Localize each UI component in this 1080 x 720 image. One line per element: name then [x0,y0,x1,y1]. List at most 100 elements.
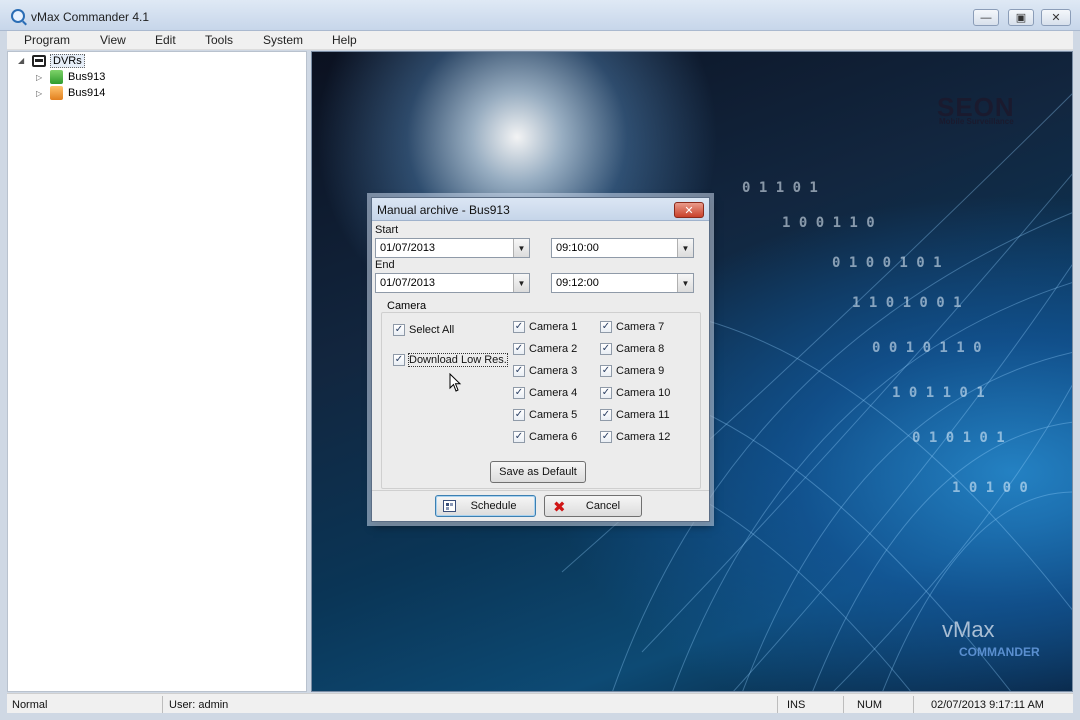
menu-help[interactable]: Help [332,33,357,47]
manual-archive-dialog: Manual archive - Bus913 ✕ Start 01/07/20… [371,197,710,522]
menu-system[interactable]: System [263,33,303,47]
svg-text:0 1 0 1 0 1: 0 1 0 1 0 1 [912,430,1005,446]
camera-2-checkbox[interactable]: ✓ Camera 2 [513,343,577,355]
select-all-checkbox[interactable]: ✓ Select All [393,324,454,336]
minimize-button[interactable]: — [973,9,999,26]
end-label: End [375,259,395,271]
camera-7-checkbox[interactable]: ✓ Camera 7 [600,321,664,333]
status-datetime: 02/07/2013 9:17:11 AM [931,699,1044,711]
seon-subtitle: Mobile Surveillance [939,117,1014,126]
download-low-res-label: Download Low Res. [408,353,508,367]
checkmark-icon: ✓ [513,431,525,443]
tree-item-label: Bus913 [68,71,106,83]
tree-item-bus914[interactable]: ▷ Bus914 [36,85,105,101]
dialog-separator [372,490,709,491]
checkmark-icon: ✓ [393,324,405,336]
checkmark-icon: ✓ [513,409,525,421]
chevron-down-icon[interactable]: ▼ [513,274,529,292]
schedule-button[interactable]: Schedule [435,495,536,517]
tree-item-bus913[interactable]: ▷ Bus913 [36,69,105,85]
start-date-combo[interactable]: 01/07/2013 ▼ [375,238,530,258]
end-date-value: 01/07/2013 [380,277,436,289]
vmax-commander-label: COMMANDER [959,645,1040,659]
camera-label: Camera 12 [616,431,671,443]
svg-text:1 0 1 1 0 1: 1 0 1 1 0 1 [892,385,985,401]
camera-label: Camera 11 [616,409,670,421]
camera-label: Camera 5 [529,409,578,421]
dialog-title: Manual archive - Bus913 [377,203,510,217]
start-time-combo[interactable]: 09:10:00 ▼ [551,238,694,258]
camera-8-checkbox[interactable]: ✓ Camera 8 [600,343,664,355]
svg-text:1 1 0 1 0 0 1: 1 1 0 1 0 0 1 [852,295,962,311]
status-ins: INS [787,699,806,711]
dvr-tree-panel: ◢ DVRs ▷ Bus913 ▷ Bus914 [7,51,307,692]
expand-arrow-icon[interactable]: ▷ [36,73,42,82]
camera-12-checkbox[interactable]: ✓ Camera 12 [600,431,670,443]
menu-view[interactable]: View [100,33,126,47]
camera-5-checkbox[interactable]: ✓ Camera 5 [513,409,577,421]
camera-label: Camera 2 [529,343,578,355]
camera-6-checkbox[interactable]: ✓ Camera 6 [513,431,577,443]
start-date-value: 01/07/2013 [380,242,436,254]
mouse-cursor-icon [449,373,462,392]
svg-text:0 0 1 0 1 1 0: 0 0 1 0 1 1 0 [872,340,982,356]
expand-arrow-icon[interactable]: ▷ [36,89,42,98]
checkmark-icon: ✓ [513,387,525,399]
status-bar: Normal User: admin INS NUM 02/07/2013 9:… [7,693,1073,713]
camera-1-checkbox[interactable]: ✓ Camera 1 [513,321,577,333]
status-divider [162,696,163,713]
camera-11-checkbox[interactable]: ✓ Camera 11 [600,409,670,421]
status-divider [843,696,844,713]
dialog-close-button[interactable]: ✕ [674,202,704,218]
status-divider [777,696,778,713]
cancel-button[interactable]: ✖ Cancel [544,495,642,517]
status-mode: Normal [12,699,48,711]
camera-label: Camera 8 [616,343,665,355]
camera-3-checkbox[interactable]: ✓ Camera 3 [513,365,577,377]
calendar-icon [443,500,456,512]
checkmark-icon: ✓ [513,343,525,355]
tree-root-dvrs[interactable]: ◢ DVRs [18,53,85,69]
menu-edit[interactable]: Edit [155,33,176,47]
maximize-button[interactable]: ▣ [1008,9,1034,26]
checkmark-icon: ✓ [600,365,612,377]
camera-10-checkbox[interactable]: ✓ Camera 10 [600,387,670,399]
camera-label: Camera 1 [529,321,578,333]
checkmark-icon: ✓ [600,343,612,355]
title-bar: vMax Commander 4.1 — ▣ ✕ [0,0,1080,31]
menu-tools[interactable]: Tools [205,33,233,47]
bus-icon [32,55,46,67]
dvr-green-icon [50,70,63,84]
checkmark-icon: ✓ [600,387,612,399]
checkmark-icon: ✓ [393,354,405,366]
camera-label: Camera 3 [529,365,578,377]
chevron-down-icon[interactable]: ▼ [677,239,693,257]
chevron-down-icon[interactable]: ▼ [513,239,529,257]
dialog-title-bar: Manual archive - Bus913 ✕ [372,198,709,221]
svg-text:1 0 1 0 0: 1 0 1 0 0 [952,480,1028,496]
end-date-combo[interactable]: 01/07/2013 ▼ [375,273,530,293]
download-low-res-checkbox[interactable]: ✓ Download Low Res. [393,353,508,367]
camera-label: Camera 6 [529,431,578,443]
select-all-label: Select All [409,324,455,336]
camera-label: Camera 4 [529,387,578,399]
status-divider [913,696,914,713]
svg-text:0 1 1 0 1: 0 1 1 0 1 [742,180,818,196]
tree-root-label: DVRs [50,54,85,68]
close-x-icon: ✖ [553,499,566,516]
svg-text:0 1 0 0 1 0 1: 0 1 0 0 1 0 1 [832,255,942,271]
save-as-default-button[interactable]: Save as Default [490,461,586,483]
close-window-button[interactable]: ✕ [1041,9,1071,26]
camera-9-checkbox[interactable]: ✓ Camera 9 [600,365,664,377]
camera-4-checkbox[interactable]: ✓ Camera 4 [513,387,577,399]
collapse-arrow-icon[interactable]: ◢ [18,56,24,65]
camera-label: Camera 7 [616,321,665,333]
status-num: NUM [857,699,883,711]
checkmark-icon: ✓ [600,409,612,421]
end-time-combo[interactable]: 09:12:00 ▼ [551,273,694,293]
vmax-logo: vMax [942,617,995,642]
menu-program[interactable]: Program [24,33,70,47]
cancel-label: Cancel [585,500,621,512]
chevron-down-icon[interactable]: ▼ [677,274,693,292]
schedule-label: Schedule [470,500,517,512]
